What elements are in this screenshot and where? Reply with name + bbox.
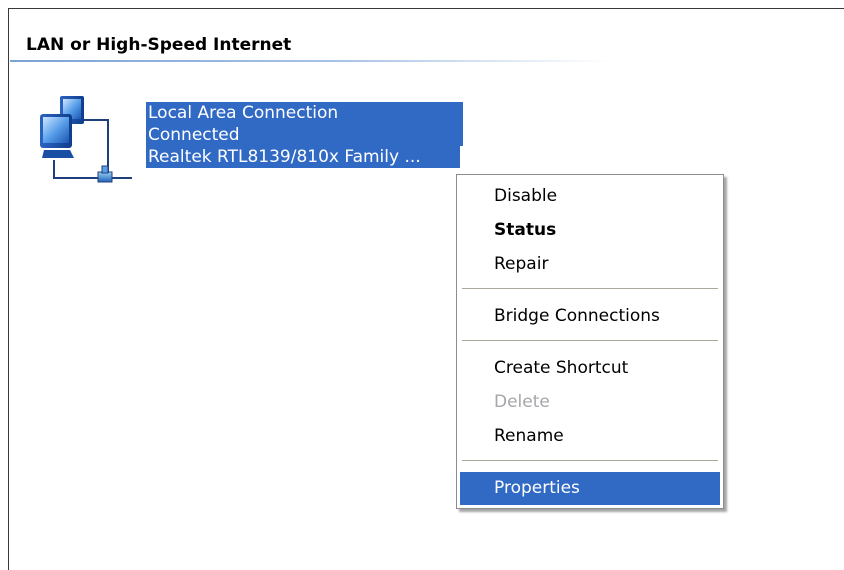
menu-item-properties[interactable]: Properties [460, 472, 720, 505]
menu-item-status[interactable]: Status [460, 214, 720, 247]
menu-separator [462, 460, 718, 462]
group-header-lan: LAN or High-Speed Internet [26, 35, 292, 55]
menu-item-repair[interactable]: Repair [460, 248, 720, 281]
menu-separator [462, 288, 718, 290]
menu-item-rename[interactable]: Rename [460, 420, 720, 453]
menu-item-bridge-connections[interactable]: Bridge Connections [460, 300, 720, 333]
context-menu: Disable Status Repair Bridge Connections… [456, 174, 724, 509]
menu-item-disable[interactable]: Disable [460, 180, 720, 213]
group-divider [10, 60, 610, 62]
menu-item-create-shortcut[interactable]: Create Shortcut [460, 352, 720, 385]
connection-label[interactable]: Local Area Connection Connected Realtek … [146, 102, 463, 168]
connection-device: Realtek RTL8139/810x Family ... [146, 146, 460, 168]
network-connection-icon[interactable] [36, 92, 140, 192]
menu-separator [462, 340, 718, 342]
menu-item-delete[interactable]: Delete [460, 386, 720, 419]
connection-status: Connected [146, 124, 463, 146]
connection-name: Local Area Connection [146, 102, 463, 124]
